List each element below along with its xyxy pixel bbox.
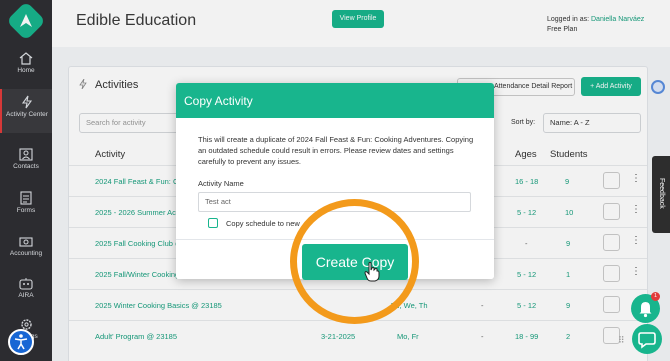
accessibility-button[interactable] bbox=[8, 329, 34, 355]
modal-title: Copy Activity bbox=[184, 94, 253, 108]
drag-handle-icon[interactable]: ⠿ bbox=[618, 335, 625, 346]
activity-name-label: Activity Name bbox=[198, 179, 244, 188]
accessibility-icon bbox=[14, 334, 28, 350]
feedback-tab[interactable]: Feedback bbox=[652, 156, 670, 233]
feedback-label: Feedback bbox=[658, 178, 665, 209]
chat-icon bbox=[638, 332, 656, 349]
modal-description: This will create a duplicate of 2024 Fal… bbox=[198, 135, 474, 166]
modal-header: Copy Activity bbox=[176, 83, 494, 118]
copy-schedule-label: Copy schedule to new bbox=[226, 219, 300, 228]
chat-button[interactable] bbox=[632, 324, 662, 354]
notification-count-badge: 1 bbox=[651, 292, 660, 301]
hand-cursor-icon bbox=[364, 262, 380, 282]
highlight-ring bbox=[290, 199, 419, 324]
copy-schedule-checkbox[interactable] bbox=[208, 218, 218, 228]
